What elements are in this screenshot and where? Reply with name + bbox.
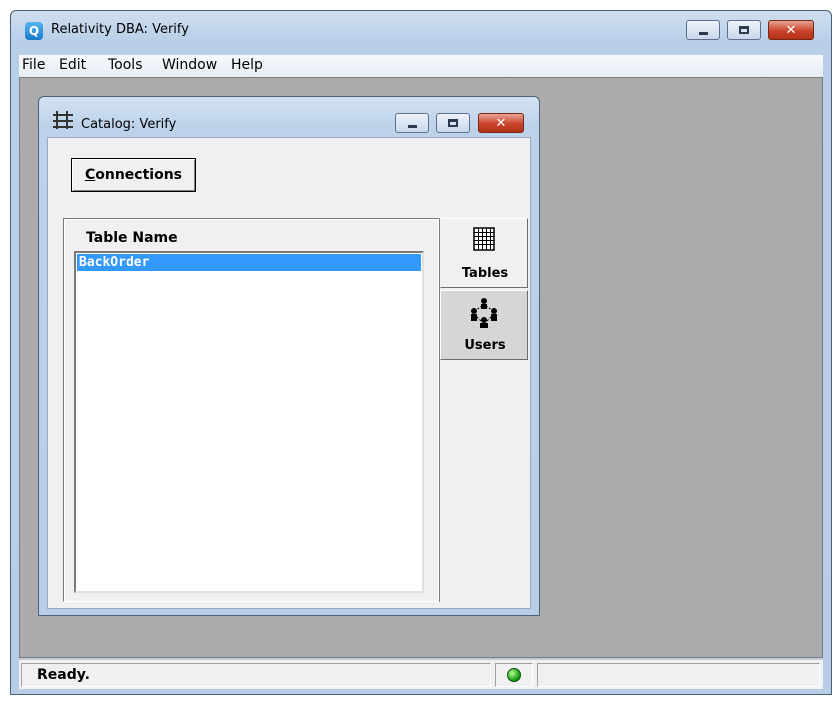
status-pane-message <box>21 663 491 687</box>
relativity-app-icon[interactable]: Q <box>25 22 43 40</box>
table-panel: Table Name BackOrder <box>63 218 439 602</box>
minimize-icon <box>698 31 708 35</box>
menu-help[interactable]: Help <box>231 57 263 73</box>
table-name-header: Table Name <box>86 230 178 246</box>
catalog-window: Catalog: Verify ✕ Connections Table Name… <box>38 96 540 616</box>
connections-label: onnections <box>95 167 183 183</box>
connections-mnemonic: C <box>84 167 96 183</box>
menu-file[interactable]: File <box>22 57 45 73</box>
tab-users-label: Users <box>464 338 506 353</box>
tab-users[interactable]: Users <box>440 290 528 360</box>
status-pane-info <box>537 663 820 687</box>
table-listbox[interactable]: BackOrder <box>74 251 424 593</box>
menu-bar: File Edit Tools Window Help <box>19 55 823 77</box>
catalog-client-area: Connections Table Name BackOrder Tables … <box>47 137 531 609</box>
window-title: Relativity DBA: Verify <box>51 22 189 37</box>
grid-icon <box>473 227 495 251</box>
status-bar: Ready. <box>19 659 823 689</box>
tab-tables[interactable]: Tables <box>440 218 528 288</box>
maximize-icon <box>739 26 749 34</box>
table-row[interactable]: BackOrder <box>77 254 421 271</box>
close-button[interactable]: ✕ <box>768 20 814 40</box>
minimize-icon <box>407 124 417 128</box>
status-text: Ready. <box>37 667 90 683</box>
catalog-minimize-button[interactable] <box>395 113 429 133</box>
menu-tools[interactable]: Tools <box>108 57 143 73</box>
connections-button[interactable]: Connections <box>71 158 196 192</box>
tab-tables-label: Tables <box>461 266 509 281</box>
close-icon: ✕ <box>495 115 507 131</box>
catalog-maximize-button[interactable] <box>436 113 470 133</box>
users-icon <box>471 298 497 328</box>
connection-status-icon <box>507 668 521 682</box>
tab-strip: Tables Users <box>439 218 528 602</box>
maximize-icon <box>448 119 458 127</box>
catalog-icon <box>53 111 73 129</box>
catalog-close-button[interactable]: ✕ <box>478 113 524 133</box>
close-icon: ✕ <box>785 22 797 38</box>
menu-window[interactable]: Window <box>162 57 217 73</box>
catalog-title: Catalog: Verify <box>81 117 177 132</box>
title-bar[interactable]: Q Relativity DBA: Verify ✕ <box>11 11 831 53</box>
maximize-button[interactable] <box>727 20 761 40</box>
menu-edit[interactable]: Edit <box>59 57 86 73</box>
minimize-button[interactable] <box>686 20 720 40</box>
